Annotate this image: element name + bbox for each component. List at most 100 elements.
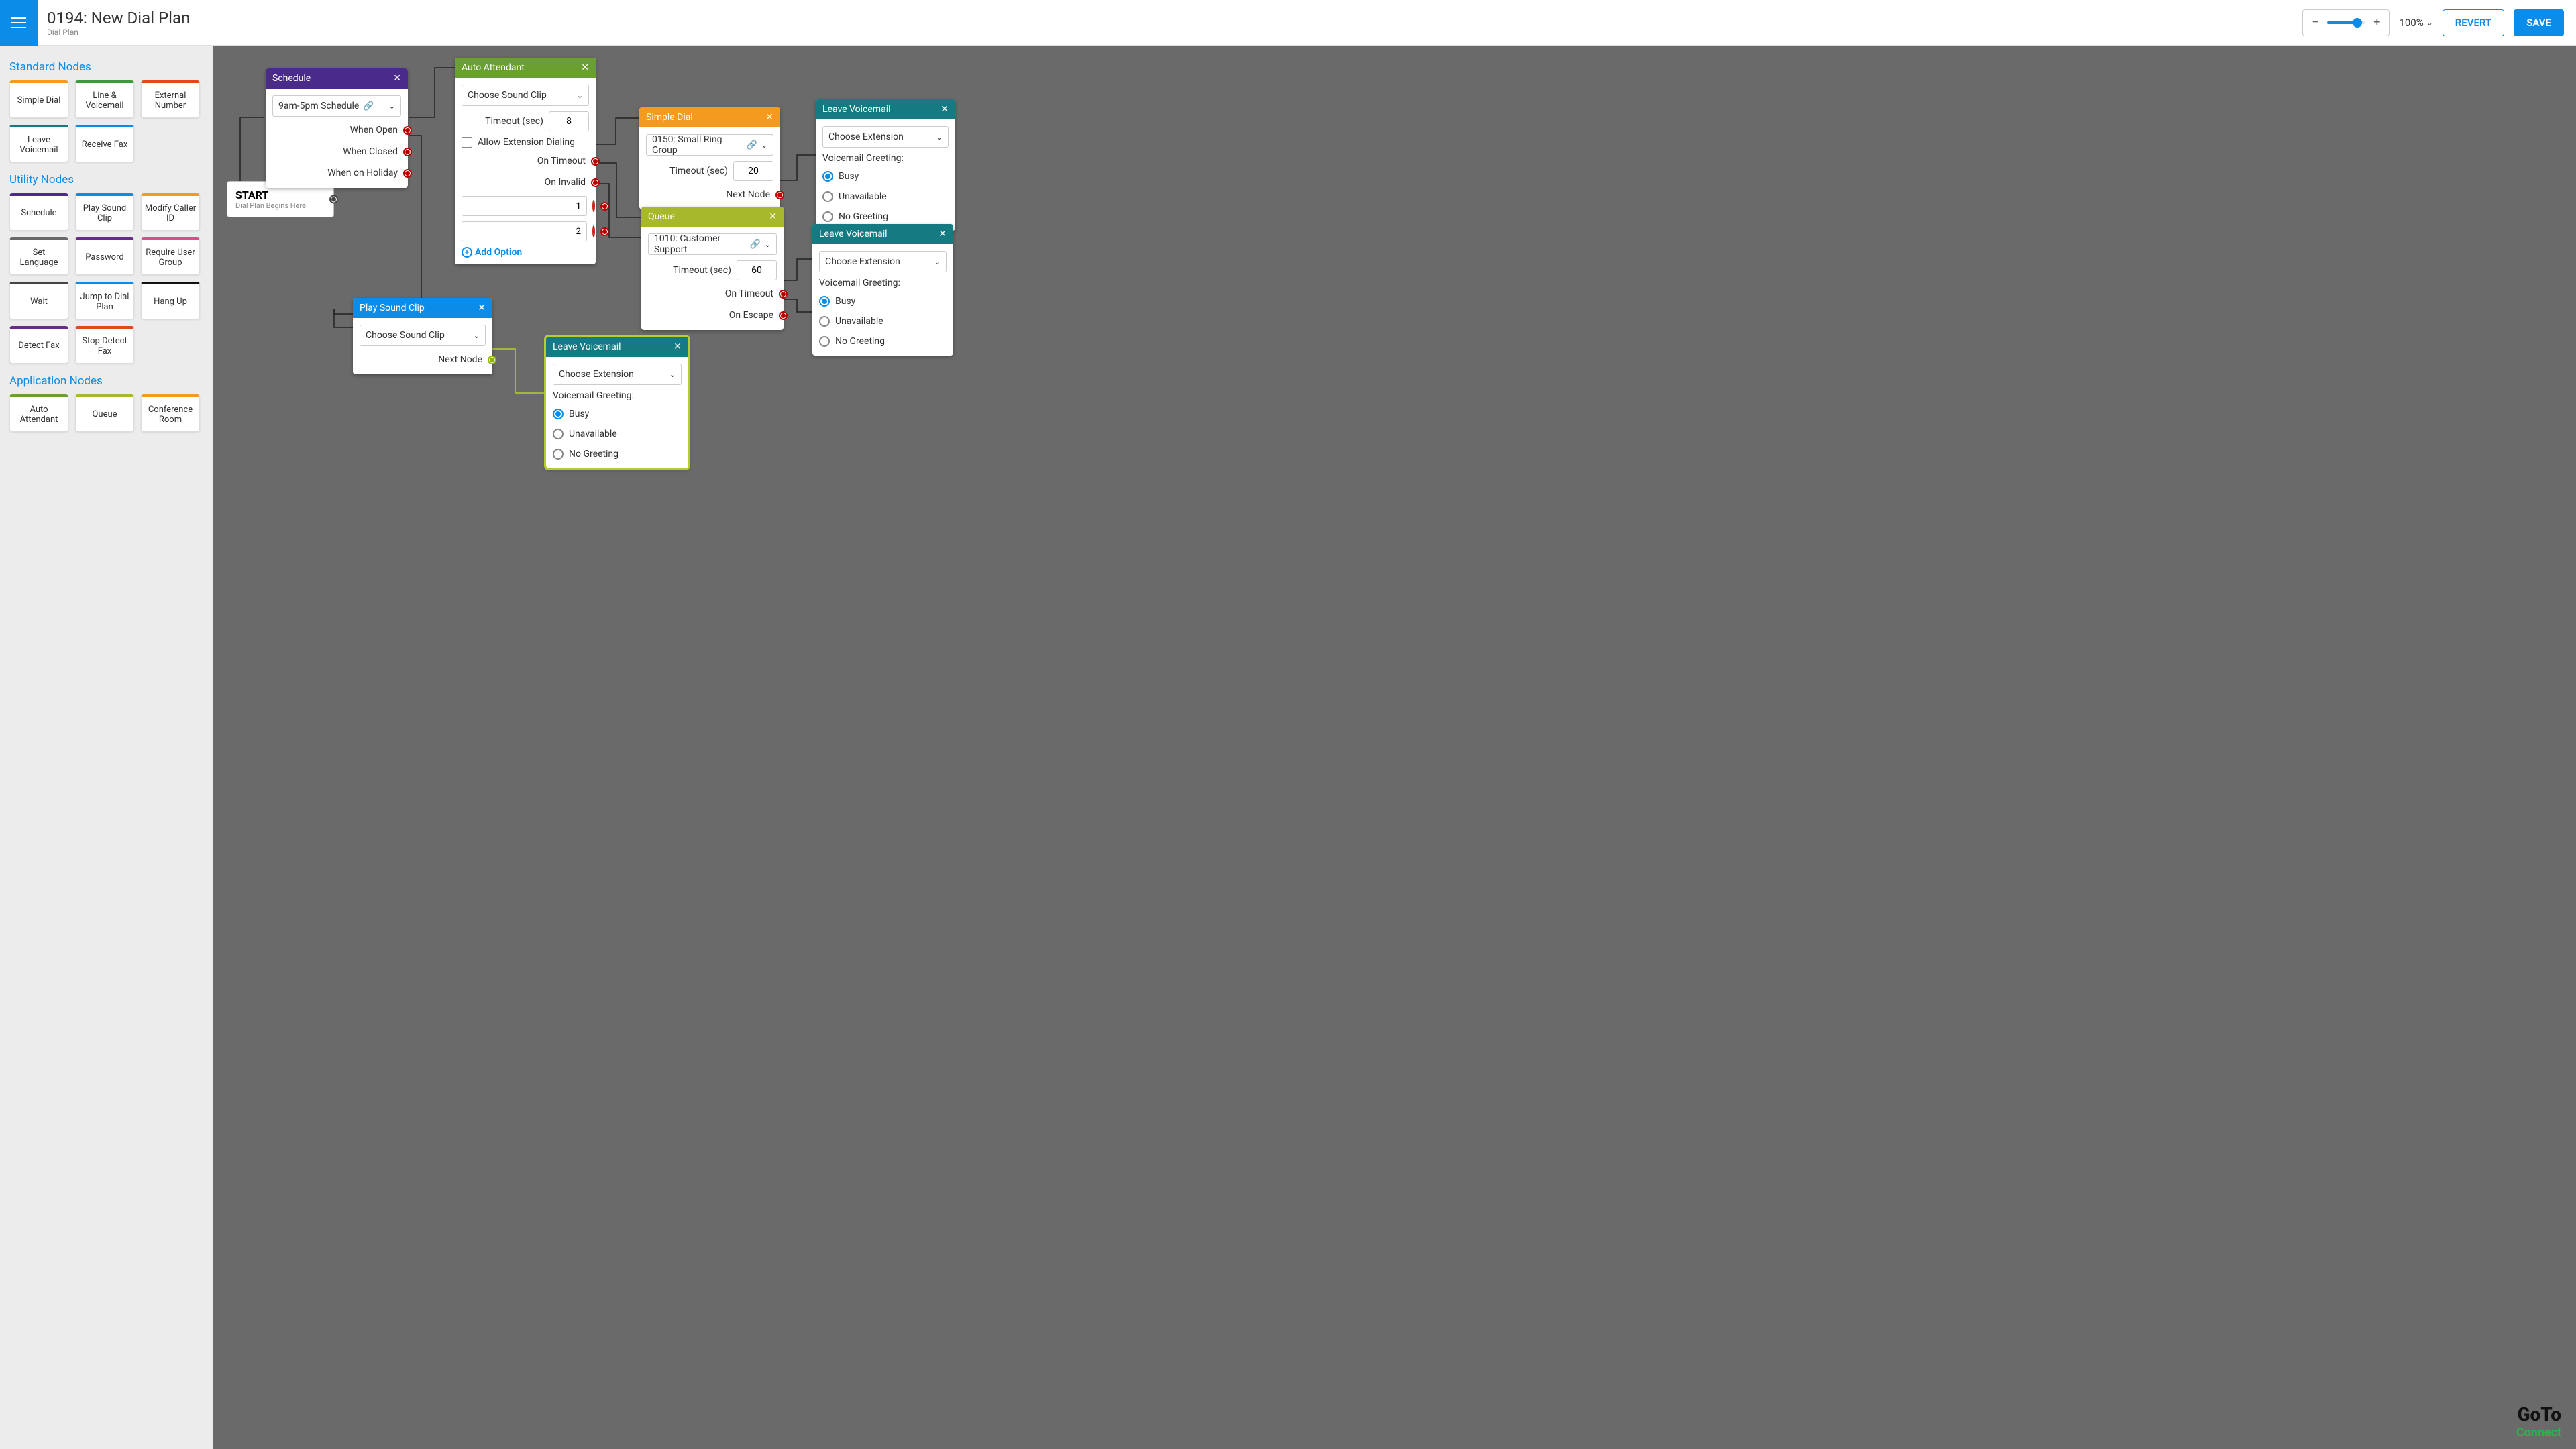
palette-item[interactable]: Jump to Dial Plan (75, 282, 134, 319)
menu-button[interactable] (0, 0, 38, 46)
radio-unavailable[interactable]: Unavailable (553, 427, 682, 441)
add-option-button[interactable]: +Add Option (462, 247, 589, 258)
ext-select[interactable]: Choose Extension⌄ (819, 251, 947, 272)
sound-select[interactable]: Choose Sound Clip⌄ (360, 325, 486, 346)
revert-button[interactable]: REVERT (2443, 9, 2504, 36)
voicemail-node[interactable]: Leave Voicemail ✕ Choose Extension⌄ Voic… (812, 224, 953, 356)
close-icon[interactable]: ✕ (674, 341, 682, 352)
greeting-label: Voicemail Greeting: (819, 278, 947, 288)
save-button[interactable]: SAVE (2514, 9, 2564, 36)
palette-item[interactable]: Leave Voicemail (9, 125, 68, 162)
node-title: Leave Voicemail (819, 229, 888, 239)
allow-ext-checkbox[interactable] (462, 137, 472, 148)
start-port[interactable] (329, 195, 338, 204)
palette-section-utility: Utility Nodes (9, 173, 204, 186)
link-icon[interactable]: 🔗 (750, 239, 761, 250)
greeting-label: Voicemail Greeting: (553, 390, 682, 401)
simpledial-node[interactable]: Simple Dial ✕ 0150: Small Ring Group🔗⌄ T… (639, 107, 780, 209)
remove-option-icon[interactable] (592, 200, 595, 212)
close-icon[interactable]: ✕ (938, 229, 947, 239)
close-icon[interactable]: ✕ (393, 73, 401, 84)
timeout-input[interactable] (733, 161, 773, 181)
close-icon[interactable]: ✕ (478, 303, 486, 313)
palette-item[interactable]: Set Language (9, 237, 68, 275)
slider-handle[interactable] (2353, 18, 2362, 28)
schedule-select[interactable]: 9am-5pm Schedule 🔗 ⌄ (272, 95, 401, 117)
close-icon[interactable]: ✕ (581, 62, 589, 73)
port[interactable] (403, 169, 412, 178)
radio-busy[interactable]: Busy (822, 169, 949, 184)
schedule-node[interactable]: Schedule ✕ 9am-5pm Schedule 🔗 ⌄ When Ope… (266, 68, 408, 188)
palette-item[interactable]: Require User Group (141, 237, 200, 275)
palette-item[interactable]: Receive Fax (75, 125, 134, 162)
timeout-input[interactable] (737, 260, 777, 280)
port[interactable] (488, 356, 496, 364)
remove-option-icon[interactable] (592, 225, 595, 237)
palette-item[interactable]: Conference Room (141, 394, 200, 432)
option-input[interactable] (462, 196, 587, 216)
radio-unavailable[interactable]: Unavailable (819, 314, 947, 329)
zoom-readout[interactable]: 100% ⌄ (2399, 17, 2432, 29)
ext-select[interactable]: Choose Extension⌄ (553, 364, 682, 385)
radio-nogreeting[interactable]: No Greeting (822, 209, 949, 224)
link-icon[interactable]: 🔗 (747, 140, 757, 150)
timeout-input[interactable] (549, 111, 589, 131)
zoom-in-icon[interactable]: + (2371, 17, 2382, 28)
palette-item[interactable]: External Number (141, 80, 200, 118)
node-title: Simple Dial (646, 112, 693, 123)
port[interactable] (779, 311, 788, 320)
close-icon[interactable]: ✕ (765, 112, 773, 123)
option-input[interactable] (462, 221, 587, 241)
port[interactable] (591, 157, 600, 166)
zoom-value: 100% (2399, 17, 2423, 29)
voicemail-node-selected[interactable]: Leave Voicemail ✕ Choose Extension⌄ Voic… (546, 337, 688, 468)
port[interactable] (779, 290, 788, 299)
palette-item[interactable]: Wait (9, 282, 68, 319)
ext-select[interactable]: Choose Extension⌄ (822, 126, 949, 148)
voicemail-node[interactable]: Leave Voicemail ✕ Choose Extension⌄ Voic… (816, 99, 955, 231)
radio-busy[interactable]: Busy (553, 407, 682, 421)
port[interactable] (591, 178, 600, 187)
radio-nogreeting[interactable]: No Greeting (819, 334, 947, 349)
palette-item[interactable]: Play Sound Clip (75, 193, 134, 231)
palette-item[interactable]: Detect Fax (9, 326, 68, 364)
close-icon[interactable]: ✕ (941, 104, 949, 115)
autoattendant-node[interactable]: Auto Attendant ✕ Choose Sound Clip⌄ Time… (455, 58, 596, 264)
playsound-node[interactable]: Play Sound Clip ✕ Choose Sound Clip⌄ Nex… (353, 298, 492, 374)
chevron-down-icon: ⌄ (669, 370, 676, 379)
canvas[interactable]: START Dial Plan Begins Here Schedule ✕ 9… (213, 46, 2576, 1449)
queue-node[interactable]: Queue ✕ 1010: Customer Support🔗⌄ Timeout… (641, 207, 784, 330)
port[interactable] (403, 126, 412, 135)
radio-nogreeting[interactable]: No Greeting (553, 447, 682, 462)
slider-track[interactable] (2327, 21, 2365, 24)
port[interactable] (600, 227, 609, 236)
palette-item[interactable]: Simple Dial (9, 80, 68, 118)
port[interactable] (775, 191, 784, 199)
target-select[interactable]: 0150: Small Ring Group🔗⌄ (646, 134, 773, 156)
zoom-slider[interactable]: − + (2302, 9, 2390, 36)
palette-item[interactable]: Hang Up (141, 282, 200, 319)
port[interactable] (600, 202, 609, 211)
zoom-out-icon[interactable]: − (2310, 17, 2320, 28)
palette-item[interactable]: Modify Caller ID (141, 193, 200, 231)
palette-item[interactable]: Stop Detect Fax (75, 326, 134, 364)
palette-item[interactable]: Password (75, 237, 134, 275)
start-subtitle: Dial Plan Begins Here (235, 201, 325, 210)
palette-item[interactable]: Schedule (9, 193, 68, 231)
palette-item[interactable]: Auto Attendant (9, 394, 68, 432)
radio-unavailable[interactable]: Unavailable (822, 189, 949, 204)
radio-busy[interactable]: Busy (819, 294, 947, 309)
link-icon[interactable]: 🔗 (363, 101, 374, 111)
topbar: 0194: New Dial Plan Dial Plan − + 100% ⌄… (0, 0, 2576, 46)
node-title: Leave Voicemail (553, 341, 621, 352)
palette-item[interactable]: Line & Voicemail (75, 80, 134, 118)
queue-select[interactable]: 1010: Customer Support🔗⌄ (648, 233, 777, 255)
port[interactable] (403, 148, 412, 156)
page-title: 0194: New Dial Plan (47, 9, 190, 28)
chevron-down-icon: ⌄ (389, 102, 395, 111)
chevron-down-icon: ⌄ (934, 258, 941, 266)
sound-select[interactable]: Choose Sound Clip⌄ (462, 85, 589, 106)
close-icon[interactable]: ✕ (769, 211, 777, 222)
hamburger-icon (11, 17, 26, 28)
palette-item[interactable]: Queue (75, 394, 134, 432)
